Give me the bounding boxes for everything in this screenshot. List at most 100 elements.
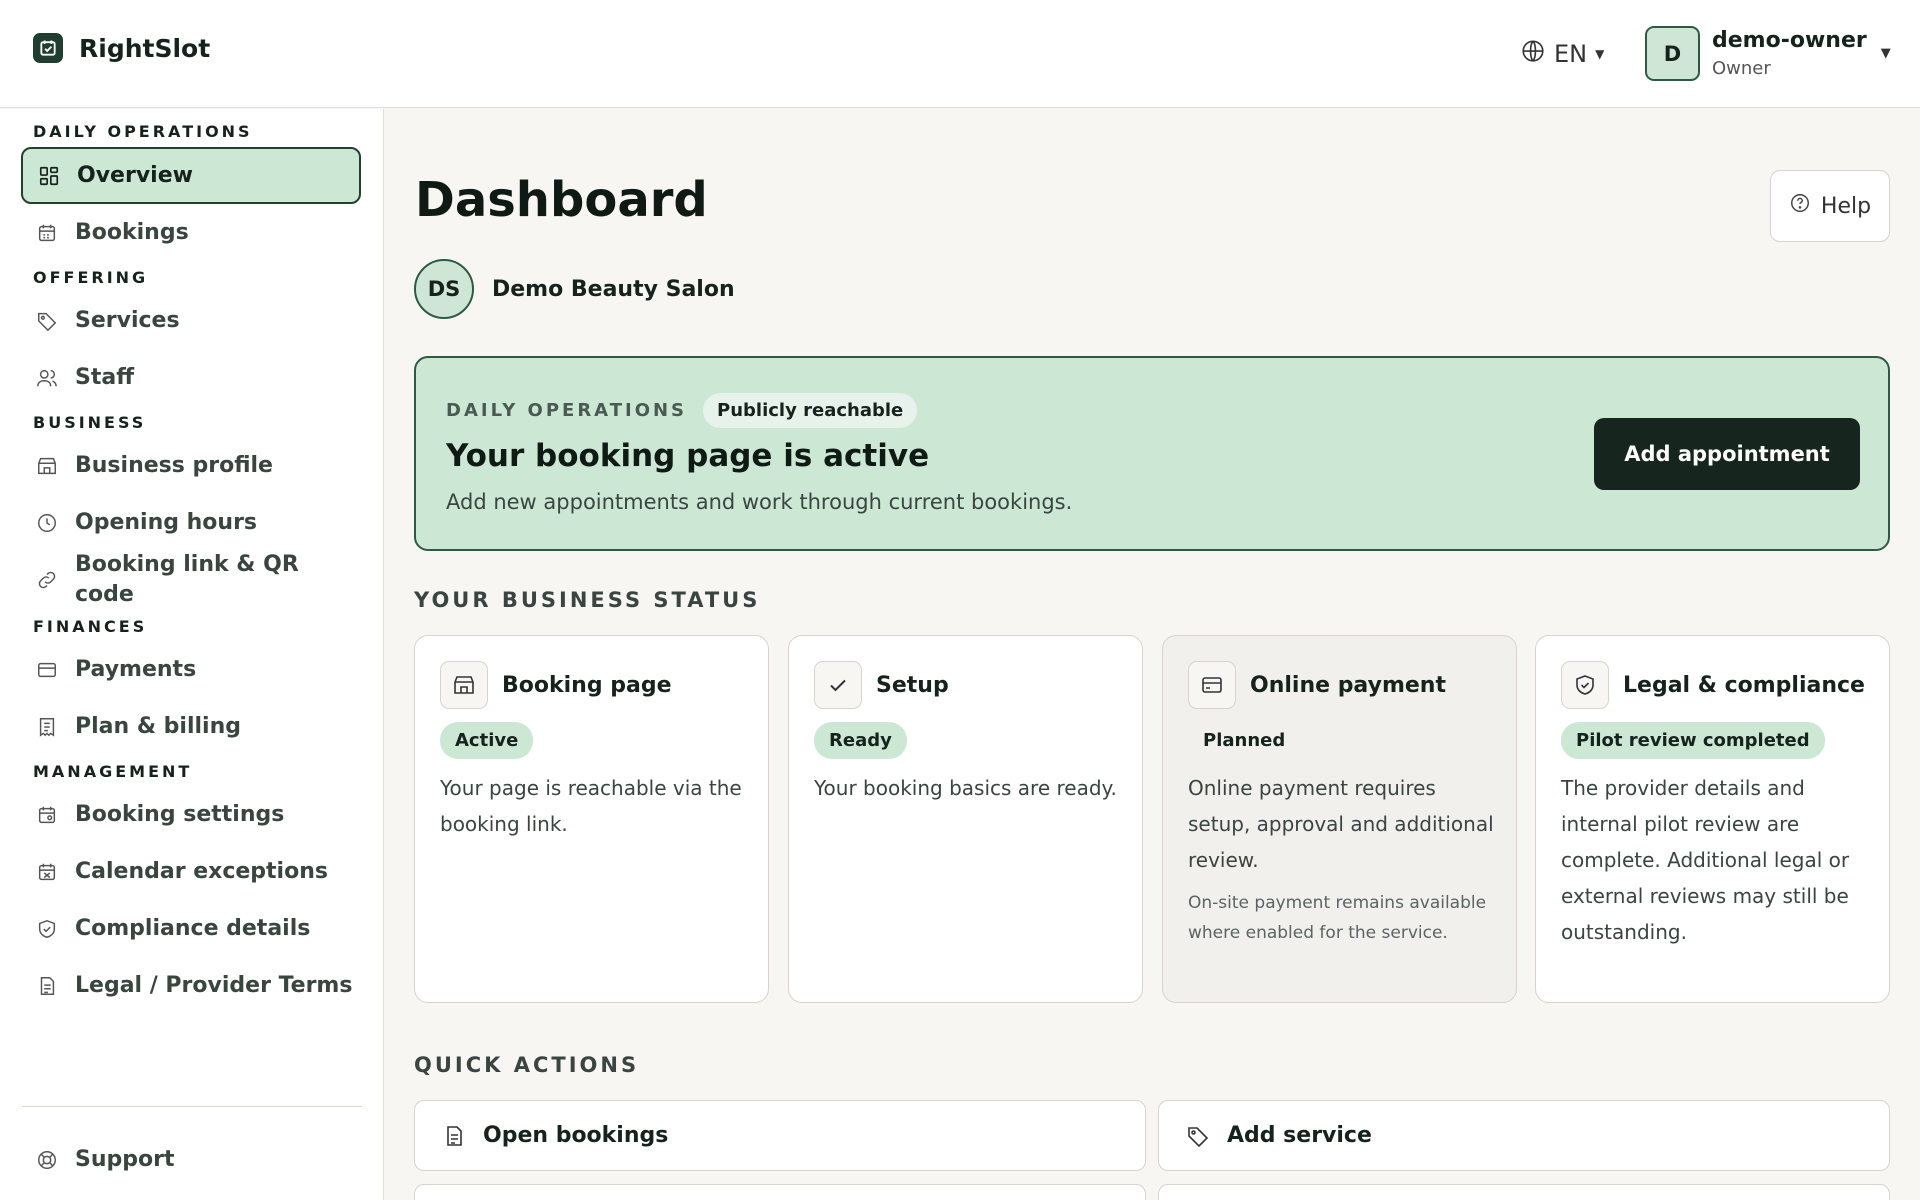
sidebar-item-label: Compliance details [75,916,311,941]
sidebar-item-services[interactable]: Services [21,292,361,349]
card-description: Online payment requires setup, approval … [1188,776,1494,872]
card-title: Legal & compliance [1623,672,1865,698]
page-title: Dashboard [415,172,708,228]
clock-icon [35,511,59,535]
document-icon [35,974,59,998]
sidebar-divider [22,1106,362,1107]
sidebar-item-staff[interactable]: Staff [21,349,361,406]
sidebar-item-business-profile[interactable]: Business profile [21,437,361,494]
sidebar-item-label: Opening hours [75,510,258,535]
business-identity: DS Demo Beauty Salon [414,259,735,319]
sidebar-item-opening-hours[interactable]: Opening hours [21,494,361,551]
status-card-legal-compliance[interactable]: Legal & compliance Pilot review complete… [1535,635,1890,1003]
business-name: Demo Beauty Salon [492,276,735,302]
card-note: On-site payment remains available where … [1188,893,1487,943]
sidebar-item-booking-link[interactable]: Booking link & QR code [21,548,361,612]
quick-actions-heading: QUICK ACTIONS [414,1053,640,1077]
card-description: The provider details and internal pilot … [1561,776,1850,944]
card-description: Your page is reachable via the booking l… [440,776,742,836]
tag-icon [35,309,59,333]
brand[interactable]: RightSlot [33,33,210,63]
sidebar-item-overview[interactable]: Overview [21,147,361,204]
user-menu[interactable]: D demo-owner Owner ▼ [1645,26,1891,81]
chevron-down-icon: ▼ [1880,46,1891,61]
language-selector[interactable]: EN ▼ [1520,38,1604,70]
status-badge: Active [440,722,534,759]
card-title: Booking page [502,672,672,698]
lifebuoy-icon [35,1148,59,1172]
quick-action-partial[interactable] [414,1184,1146,1200]
sidebar-item-calendar-exceptions[interactable]: Calendar exceptions [21,843,361,900]
link-icon [35,568,59,592]
help-button[interactable]: Help [1770,170,1890,242]
booking-status-banner: DAILY OPERATIONS Publicly reachable Your… [414,356,1890,551]
calendar-icon [35,221,59,245]
storefront-icon [35,454,59,478]
add-appointment-button[interactable]: Add appointment [1594,418,1860,490]
business-avatar: DS [414,259,474,319]
sidebar-item-label: Calendar exceptions [75,859,328,884]
status-badge: Planned [1203,730,1286,751]
sidebar-item-label: Payments [75,657,197,682]
sidebar-item-label: Overview [77,163,193,188]
banner-title: Your booking page is active [446,438,930,474]
sidebar-item-label: Support [75,1147,175,1172]
calendar-check-logo-icon [33,33,63,63]
sidebar-item-payments[interactable]: Payments [21,641,361,698]
sidebar-item-label: Services [75,308,180,333]
layout-grid-icon [37,164,61,188]
globe-icon [1520,38,1546,70]
user-name: demo-owner [1712,28,1867,53]
storefront-icon [440,661,488,709]
sidebar: DAILY OPERATIONS Overview Bookings OFFER… [0,109,384,1200]
section-title-finances: FINANCES [33,617,148,636]
add-service-button[interactable]: Add service [1158,1100,1890,1171]
top-bar: RightSlot EN ▼ D demo-owner Owner ▼ [0,0,1920,108]
shield-check-icon [1561,661,1609,709]
sidebar-item-label: Bookings [75,220,189,245]
status-card-online-payment[interactable]: Online payment Planned Online payment re… [1162,635,1517,1003]
user-role: Owner [1712,58,1771,79]
shield-check-icon [35,917,59,941]
question-circle-icon [1789,192,1811,220]
sidebar-item-support[interactable]: Support [21,1131,361,1188]
status-card-booking-page[interactable]: Booking page Active Your page is reachab… [414,635,769,1003]
status-badge: Ready [814,722,907,759]
card-title: Setup [876,672,949,698]
calendar-off-icon [35,860,59,884]
section-title-business: BUSINESS [33,413,147,432]
document-icon [441,1123,467,1149]
avatar: D [1645,26,1700,81]
quick-action-label: Open bookings [483,1123,669,1148]
sidebar-item-label: Plan & billing [75,714,241,739]
banner-eyebrow: DAILY OPERATIONS [446,400,688,421]
status-badge: Publicly reachable [703,393,918,428]
quick-action-label: Add service [1227,1123,1372,1148]
sidebar-item-compliance-details[interactable]: Compliance details [21,900,361,957]
card-title: Online payment [1250,672,1446,698]
sidebar-item-plan-billing[interactable]: Plan & billing [21,698,361,755]
sidebar-item-legal-terms[interactable]: Legal / Provider Terms [21,957,361,1014]
check-icon [814,661,862,709]
sidebar-item-label: Staff [75,365,135,390]
quick-action-partial[interactable] [1158,1184,1890,1200]
sidebar-item-booking-settings[interactable]: Booking settings [21,786,361,843]
sidebar-item-label: Booking link & QR code [75,552,299,607]
sidebar-item-label: Booking settings [75,802,285,827]
chevron-down-icon: ▼ [1595,47,1605,61]
sidebar-item-label: Business profile [75,453,273,478]
app-name: RightSlot [79,33,211,63]
sidebar-item-bookings[interactable]: Bookings [21,204,361,261]
tag-icon [1185,1123,1211,1149]
receipt-icon [35,715,59,739]
language-label: EN [1554,40,1588,68]
credit-card-icon [1188,661,1236,709]
open-bookings-button[interactable]: Open bookings [414,1100,1146,1171]
section-title-offering: OFFERING [33,268,149,287]
status-card-setup[interactable]: Setup Ready Your booking basics are read… [788,635,1143,1003]
banner-subtitle: Add new appointments and work through cu… [446,490,1073,514]
business-status-heading: YOUR BUSINESS STATUS [414,588,761,612]
card-description: Your booking basics are ready. [814,776,1117,800]
section-title-management: MANAGEMENT [33,762,193,781]
help-label: Help [1820,193,1872,219]
